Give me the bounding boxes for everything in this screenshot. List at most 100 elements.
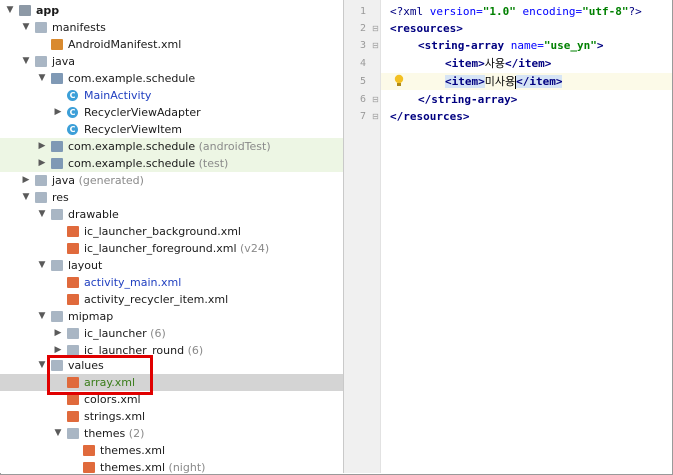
- xml-attr-value: "1.0": [482, 5, 516, 18]
- tree-row-java-generated[interactable]: ▶ java (generated): [0, 172, 343, 189]
- tree-row-ic-launcher-foreground[interactable]: ic_launcher_foreground.xml (v24): [0, 240, 343, 257]
- tree-label: com.example.schedule: [68, 140, 196, 153]
- red-highlight-annotation: [47, 355, 153, 395]
- tree-row-ic-launcher[interactable]: ▶ ic_launcher (6): [0, 325, 343, 342]
- code-line-2: <resources>: [390, 20, 463, 37]
- tree-row-layout[interactable]: ▼ layout: [0, 257, 343, 274]
- folder-icon: [35, 56, 47, 67]
- fold-marker-icon[interactable]: ⊟: [372, 42, 380, 50]
- chevron-right-icon[interactable]: ▶: [36, 138, 48, 155]
- chevron-down-icon[interactable]: ▼: [4, 2, 16, 19]
- xml-text: 미사용: [484, 75, 516, 88]
- folder-icon: [35, 22, 47, 33]
- tree-label: themes.xml: [100, 444, 166, 457]
- tree-suffix: (night): [168, 461, 206, 473]
- xml-file-icon: [67, 411, 79, 422]
- chevron-down-icon[interactable]: ▼: [20, 53, 32, 70]
- tree-row-main-activity[interactable]: C MainActivity: [0, 87, 343, 104]
- tree-label: themes.xml: [100, 461, 166, 473]
- intention-bulb-icon[interactable]: [394, 74, 404, 88]
- line-number: 2: [359, 23, 366, 34]
- package-icon: [51, 141, 63, 152]
- tree-row-drawable[interactable]: ▼ drawable: [0, 206, 343, 223]
- code-line-7: </resources>: [390, 108, 469, 125]
- chevron-right-icon[interactable]: ▶: [52, 104, 64, 121]
- xml-attr: name=: [504, 39, 544, 52]
- chevron-right-icon[interactable]: ▶: [52, 325, 64, 342]
- tree-row-strings-xml[interactable]: strings.xml: [0, 408, 343, 425]
- tree-label: RecyclerViewAdapter: [84, 106, 201, 119]
- chevron-down-icon[interactable]: ▼: [36, 257, 48, 274]
- tree-label: layout: [68, 259, 103, 272]
- line-number: 7: [359, 111, 366, 122]
- fold-marker-icon[interactable]: ⊟: [372, 25, 380, 33]
- code-line-3: <string-array name="use_yn">: [418, 37, 603, 54]
- xml-tag: <string-array: [418, 39, 505, 52]
- xml-tag: </item>: [505, 57, 552, 70]
- class-icon: C: [67, 124, 78, 135]
- chevron-down-icon[interactable]: ▼: [36, 206, 48, 223]
- code-line-6: </string-array>: [418, 91, 517, 108]
- tree-label: strings.xml: [84, 410, 146, 423]
- tree-row-package-android-test[interactable]: ▶ com.example.schedule (androidTest): [0, 138, 343, 155]
- chevron-down-icon[interactable]: ▼: [36, 70, 48, 87]
- tree-suffix: (test): [198, 157, 229, 170]
- line-number: 5: [359, 76, 366, 87]
- chevron-down-icon[interactable]: ▼: [52, 425, 64, 442]
- code-line-4: <item>사용</item>: [445, 55, 551, 72]
- tree-row-package-test[interactable]: ▶ com.example.schedule (test): [0, 155, 343, 172]
- tree-row-recycler-view-item[interactable]: C RecyclerViewItem: [0, 121, 343, 138]
- tree-label: java: [52, 174, 76, 187]
- tree-row-ic-launcher-background[interactable]: ic_launcher_background.xml: [0, 223, 343, 240]
- xml-file-icon: [67, 226, 79, 237]
- tree-suffix: (2): [128, 427, 145, 440]
- tree-label: app: [36, 4, 60, 17]
- tree-row-activity-recycler-item[interactable]: activity_recycler_item.xml: [0, 291, 343, 308]
- gutter-border: [380, 0, 381, 473]
- xml-text: 사용: [484, 57, 505, 70]
- tree-row-app[interactable]: ▼ app: [0, 2, 343, 19]
- xml-attr-value: "use_yn": [543, 39, 597, 52]
- folder-icon: [67, 328, 79, 339]
- chevron-right-icon[interactable]: ▶: [36, 155, 48, 172]
- xml-file-icon: [83, 462, 95, 473]
- tree-row-package-main[interactable]: ▼ com.example.schedule: [0, 70, 343, 87]
- xml-tag: </resources>: [390, 110, 470, 123]
- xml-tag: </string-array>: [418, 93, 518, 106]
- xml-attr-value: "utf-8": [582, 5, 629, 18]
- xml-tag: <item>: [445, 75, 485, 88]
- fold-marker-icon[interactable]: ⊟: [372, 96, 380, 104]
- xml-tag: >: [596, 39, 604, 52]
- tree-label: RecyclerViewItem: [84, 123, 183, 136]
- tree-row-activity-main[interactable]: activity_main.xml: [0, 274, 343, 291]
- tree-row-java[interactable]: ▼ java: [0, 53, 343, 70]
- chevron-down-icon[interactable]: ▼: [36, 308, 48, 325]
- tree-row-themes[interactable]: ▼ themes (2): [0, 425, 343, 442]
- tree-row-mipmap[interactable]: ▼ mipmap: [0, 308, 343, 325]
- tree-row-recycler-view-adapter[interactable]: ▶ C RecyclerViewAdapter: [0, 104, 343, 121]
- tree-label: res: [52, 191, 69, 204]
- line-number: 3: [359, 40, 366, 51]
- code-editor[interactable]: 1 2 3 4 5 6 7 ⊟ ⊟ ⊟ ⊟ <?xml version="1.0…: [344, 0, 672, 473]
- tree-label: ic_launcher_foreground.xml: [84, 242, 237, 255]
- chevron-right-icon[interactable]: ▶: [20, 172, 32, 189]
- package-icon: [51, 158, 63, 169]
- xml-file-icon: [67, 394, 79, 405]
- chevron-down-icon[interactable]: ▼: [20, 19, 32, 36]
- xml-attr: version=: [423, 5, 483, 18]
- tree-row-manifests[interactable]: ▼ manifests: [0, 19, 343, 36]
- tree-label: com.example.schedule: [68, 72, 196, 85]
- tree-row-android-manifest[interactable]: AndroidManifest.xml: [0, 36, 343, 53]
- chevron-down-icon[interactable]: ▼: [20, 189, 32, 206]
- module-folder-icon: [19, 5, 31, 16]
- xml-file-icon: [83, 445, 95, 456]
- fold-marker-icon[interactable]: ⊟: [372, 113, 380, 121]
- folder-icon: [51, 209, 63, 220]
- line-number: 1: [359, 6, 366, 17]
- tree-row-res[interactable]: ▼ res: [0, 189, 343, 206]
- tree-suffix: (generated): [78, 174, 144, 187]
- tree-row-themes-xml-night[interactable]: themes.xml (night): [0, 459, 343, 473]
- manifest-file-icon: [51, 39, 63, 50]
- tree-row-themes-xml[interactable]: themes.xml: [0, 442, 343, 459]
- xml-decl-close: ?>: [628, 5, 642, 18]
